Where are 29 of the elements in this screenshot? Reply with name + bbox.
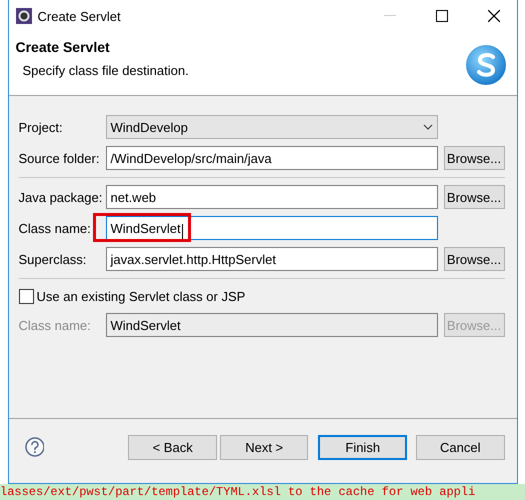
field-label: Project: (18, 120, 64, 134)
input-field[interactable]: WindServlet (106, 216, 438, 240)
maximize-icon[interactable] (436, 10, 448, 22)
page-title: Create Servlet (16, 39, 110, 55)
field-label: Java package: (18, 190, 104, 204)
input-field[interactable]: javax.servlet.http.HttpServlet (106, 247, 438, 271)
chevron-down-icon (422, 124, 432, 130)
servlet-logo-icon (464, 44, 506, 86)
gear-icon (16, 8, 32, 24)
project-dropdown[interactable]: WindDevelop (106, 115, 438, 139)
field-label: Source folder: (18, 150, 100, 166)
dialog-button[interactable]: Cancel (416, 434, 505, 460)
page-description: Specify class file destination. (22, 63, 189, 78)
field-label: Class name: (18, 318, 92, 332)
browse-button[interactable]: Browse... (444, 247, 504, 271)
window-title: Create Servlet (38, 8, 122, 24)
input-field[interactable]: /WindDevelop/src/main/java (106, 146, 438, 170)
field-label: Superclass: (18, 252, 88, 266)
help-icon[interactable] (24, 437, 44, 457)
console-line: lasses/ext/pwst/part/template/TYML.xlsl to the cache for web appli (0, 485, 476, 499)
dialog-button[interactable]: Next > (220, 434, 308, 460)
browse-button[interactable]: Browse... (444, 146, 504, 170)
field-label: Class name: (18, 220, 92, 236)
close-icon[interactable] (488, 10, 500, 22)
browse-button[interactable]: Browse... (444, 185, 504, 209)
existing-class-checkbox[interactable]: Use an existing Servlet class or JSP (18, 286, 504, 306)
dialog-button[interactable]: < Back (128, 434, 217, 460)
dialog-button[interactable]: Finish (318, 434, 407, 460)
input-field[interactable]: net.web (106, 185, 438, 209)
